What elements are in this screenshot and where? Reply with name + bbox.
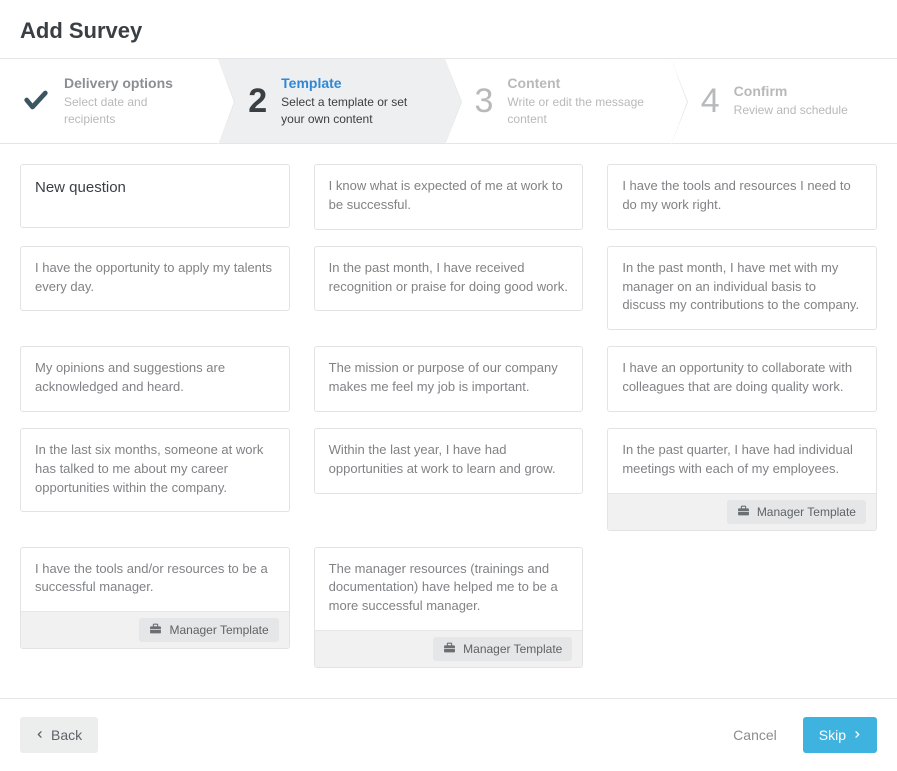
card-text: The mission or purpose of our company ma… — [315, 347, 583, 411]
template-card[interactable]: I know what is expected of me at work to… — [314, 164, 584, 230]
step-number: 2 — [248, 84, 267, 118]
card-text: I know what is expected of me at work to… — [315, 165, 583, 229]
card-tag-bar: Manager Template — [21, 611, 289, 648]
card-text: The manager resources (trainings and doc… — [315, 548, 583, 631]
card-text: I have the tools and resources I need to… — [608, 165, 876, 229]
card-text: In the past month, I have met with my ma… — [608, 247, 876, 330]
check-icon — [22, 86, 50, 117]
step-subtitle: Write or edit the message content — [507, 94, 652, 126]
template-card[interactable]: In the past quarter, I have had individu… — [607, 428, 877, 531]
template-card[interactable]: The mission or purpose of our company ma… — [314, 346, 584, 412]
page-title: Add Survey — [0, 0, 897, 58]
template-card[interactable]: Within the last year, I have had opportu… — [314, 428, 584, 494]
stepper: Delivery options Select date and recipie… — [0, 58, 897, 144]
template-card[interactable]: The manager resources (trainings and doc… — [314, 547, 584, 669]
manager-template-tag: Manager Template — [433, 637, 572, 661]
briefcase-icon — [149, 623, 162, 637]
briefcase-icon — [443, 642, 456, 656]
step-confirm[interactable]: 4 Confirm Review and schedule — [671, 59, 897, 143]
chevron-right-icon — [853, 727, 861, 743]
chevron-left-icon — [36, 727, 44, 743]
template-card[interactable]: In the past month, I have met with my ma… — [607, 246, 877, 331]
tag-label: Manager Template — [757, 505, 856, 519]
card-text: In the past month, I have received recog… — [315, 247, 583, 311]
step-subtitle: Select date and recipients — [64, 94, 200, 126]
step-title: Confirm — [734, 83, 848, 99]
template-card[interactable]: In the last six months, someone at work … — [20, 428, 290, 513]
briefcase-icon — [737, 505, 750, 519]
tag-label: Manager Template — [169, 623, 268, 637]
step-title: Content — [507, 75, 652, 91]
card-text: I have the opportunity to apply my talen… — [21, 247, 289, 311]
cancel-button[interactable]: Cancel — [715, 717, 795, 753]
step-content[interactable]: 3 Content Write or edit the message cont… — [445, 59, 671, 143]
card-text: In the past quarter, I have had individu… — [608, 429, 876, 493]
step-subtitle: Review and schedule — [734, 102, 848, 118]
manager-template-tag: Manager Template — [727, 500, 866, 524]
skip-button[interactable]: Skip — [803, 717, 877, 753]
template-card[interactable]: I have the tools and/or resources to be … — [20, 547, 290, 650]
new-question-card[interactable]: New question — [20, 164, 290, 228]
template-card[interactable]: In the past month, I have received recog… — [314, 246, 584, 312]
card-text: Within the last year, I have had opportu… — [315, 429, 583, 493]
card-text: I have an opportunity to collaborate wit… — [608, 347, 876, 411]
step-template[interactable]: 2 Template Select a template or set your… — [218, 59, 444, 143]
template-card[interactable]: I have an opportunity to collaborate wit… — [607, 346, 877, 412]
step-subtitle: Select a template or set your own conten… — [281, 94, 426, 126]
footer: Back Cancel Skip — [0, 698, 897, 771]
template-card[interactable]: I have the opportunity to apply my talen… — [20, 246, 290, 312]
step-delivery-options[interactable]: Delivery options Select date and recipie… — [0, 59, 218, 143]
card-tag-bar: Manager Template — [608, 493, 876, 530]
step-number: 3 — [475, 84, 494, 118]
cancel-button-label: Cancel — [733, 727, 777, 743]
tag-label: Manager Template — [463, 642, 562, 656]
template-card[interactable]: My opinions and suggestions are acknowle… — [20, 346, 290, 412]
card-text: In the last six months, someone at work … — [21, 429, 289, 512]
template-grid: New question I know what is expected of m… — [20, 164, 877, 668]
step-title: Delivery options — [64, 75, 200, 91]
skip-button-label: Skip — [819, 727, 846, 743]
template-card[interactable]: I have the tools and resources I need to… — [607, 164, 877, 230]
manager-template-tag: Manager Template — [139, 618, 278, 642]
back-button[interactable]: Back — [20, 717, 98, 753]
card-text: New question — [21, 165, 289, 213]
card-text: I have the tools and/or resources to be … — [21, 548, 289, 612]
back-button-label: Back — [51, 727, 82, 743]
step-number: 4 — [701, 84, 720, 118]
step-title: Template — [281, 75, 426, 91]
card-tag-bar: Manager Template — [315, 630, 583, 667]
card-text: My opinions and suggestions are acknowle… — [21, 347, 289, 411]
